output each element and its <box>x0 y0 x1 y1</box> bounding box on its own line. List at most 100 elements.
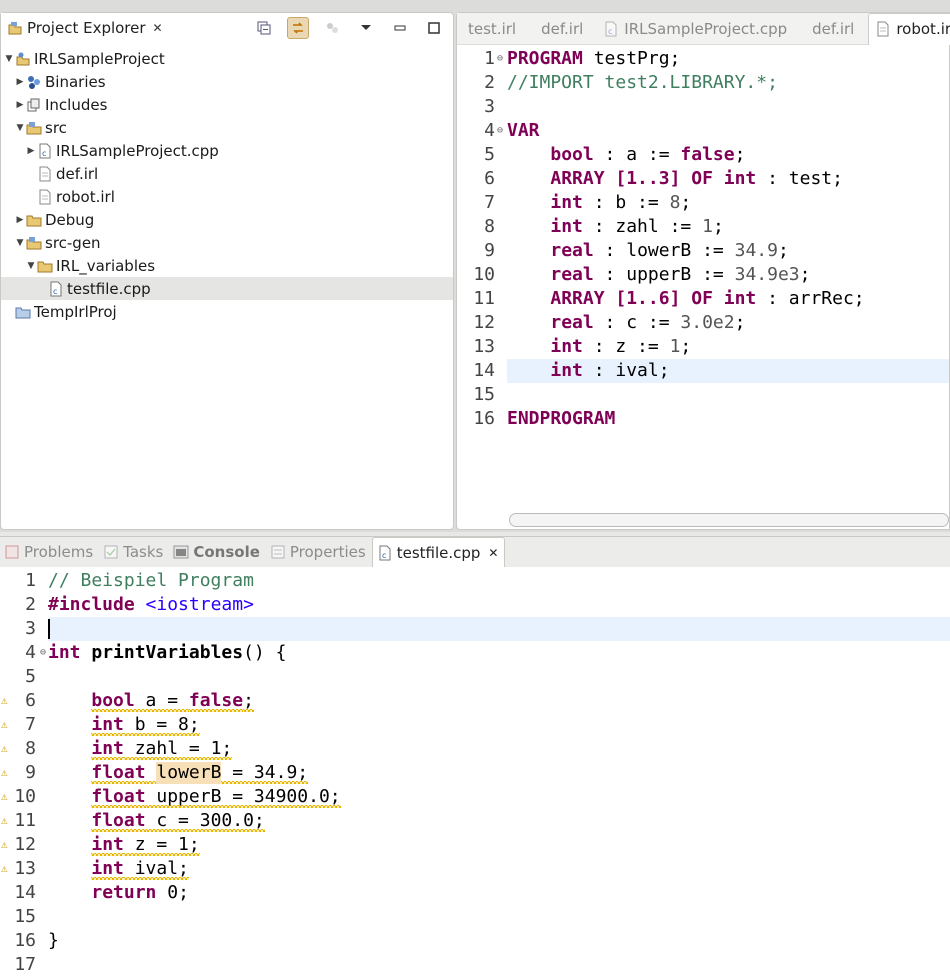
code-token: : test; <box>756 168 843 189</box>
line-number-label: 11 <box>473 288 495 309</box>
code-line: real : lowerB := 34.9; <box>507 239 949 263</box>
link-with-editor-button[interactable] <box>287 17 309 39</box>
properties-icon <box>270 544 286 560</box>
collapse-all-button[interactable] <box>253 17 275 39</box>
code-line: float c = 300.0; <box>48 809 948 833</box>
expanded-twisty-icon[interactable]: ▼ <box>3 54 15 64</box>
binaries-icon <box>26 74 42 90</box>
tree-item[interactable]: ▼ IRLSampleProject <box>1 47 453 70</box>
warning-icon[interactable]: ⚠ <box>1 761 8 785</box>
close-icon[interactable]: ✕ <box>153 21 163 35</box>
fold-collapse-icon[interactable]: ⊖ <box>40 641 46 665</box>
editor-tab[interactable]: robot.irl <box>868 12 950 45</box>
tab-label: testfile.cpp <box>396 543 481 562</box>
warning-icon[interactable]: ⚠ <box>1 737 8 761</box>
line-number: 13 ⚠ <box>0 857 36 881</box>
tree-item[interactable]: ▶ Includes <box>1 93 453 116</box>
code-line: int : zahl := 1; <box>507 215 949 239</box>
text-caret <box>48 619 50 639</box>
line-number-label: 13 <box>473 336 495 357</box>
filter-button[interactable] <box>321 17 343 39</box>
expanded-twisty-icon[interactable]: ▼ <box>25 261 37 271</box>
tab-properties[interactable]: Properties <box>266 537 372 567</box>
line-number: 2 <box>457 71 495 95</box>
console-icon <box>173 544 189 560</box>
code-token: ; <box>712 216 724 237</box>
tab-tasks[interactable]: Tasks <box>99 537 169 567</box>
tree-item[interactable]: TempIrlProj <box>1 300 453 323</box>
code-token: } <box>48 930 59 951</box>
warning-icon[interactable]: ⚠ <box>1 785 8 809</box>
expanded-twisty-icon[interactable]: ▼ <box>14 123 26 133</box>
line-number-label: 10 <box>473 264 495 285</box>
view-menu-button[interactable] <box>355 17 377 39</box>
bottom-tabs: Problems Tasks Console Properties c testfile.… <box>0 537 950 567</box>
expanded-twisty-icon[interactable]: ▼ <box>14 238 26 248</box>
chevron-down-icon <box>361 25 371 30</box>
minimize-button[interactable] <box>389 17 411 39</box>
tree-item-label: Debug <box>45 210 95 229</box>
warning-icon[interactable]: ⚠ <box>1 833 8 857</box>
tasks-icon <box>103 544 119 560</box>
horizontal-scrollbar[interactable] <box>509 513 949 527</box>
code-line: ARRAY [1..6] OF int : arrRec; <box>507 287 949 311</box>
editor-area: test.irl def.irl c IRLSampleProject.cpp def.… <box>456 12 950 530</box>
code-token: lowerB <box>156 762 222 784</box>
code-token: upperB = 34900.0; <box>145 786 341 807</box>
warning-icon[interactable]: ⚠ <box>1 809 8 833</box>
code-line: real : upperB := 34.9e3; <box>507 263 949 287</box>
close-icon[interactable]: ✕ <box>488 546 498 560</box>
line-number: 12 <box>457 311 495 335</box>
line-number-label: 16 <box>473 408 495 429</box>
tree-item-label: robot.irl <box>56 187 115 206</box>
code-token: ; <box>799 264 811 285</box>
tree-item[interactable]: def.irl <box>1 162 453 185</box>
editor-tab[interactable]: def.irl <box>801 13 868 45</box>
maximize-button[interactable] <box>423 17 445 39</box>
cpp-source-code[interactable]: // Beispiel Program #include <iostream> in… <box>48 569 948 977</box>
irl-source-code[interactable]: PROGRAM testPrg;//IMPORT test2.LIBRARY.*… <box>507 47 949 431</box>
editor-tab[interactable]: test.irl <box>457 13 530 45</box>
code-token: 8 <box>669 192 681 213</box>
tree-item[interactable]: ▶ c IRLSampleProject.cpp <box>1 139 453 162</box>
collapsed-twisty-icon[interactable]: ▶ <box>14 100 26 110</box>
fold-collapse-icon[interactable]: ⊖ <box>497 119 503 143</box>
editor-tab-label: robot.irl <box>896 20 950 38</box>
tree-item-label: src-gen <box>45 233 101 252</box>
tree-item[interactable]: ▼ src <box>1 116 453 139</box>
editor-tab[interactable]: c IRLSampleProject.cpp <box>597 13 801 45</box>
line-number-label: 8 <box>484 216 495 237</box>
warning-icon[interactable]: ⚠ <box>1 689 8 713</box>
tree-item[interactable]: c testfile.cpp <box>1 277 453 300</box>
collapsed-twisty-icon[interactable]: ▶ <box>14 77 26 87</box>
code-token: : upperB := <box>593 264 735 285</box>
editor-tab[interactable]: def.irl <box>530 13 597 45</box>
project-explorer-tab[interactable]: Project Explorer ✕ <box>1 13 169 43</box>
collapsed-twisty-icon[interactable]: ▶ <box>25 146 37 156</box>
code-token: int <box>91 738 124 759</box>
tab-problems[interactable]: Problems <box>0 537 99 567</box>
tree-item[interactable]: robot.irl <box>1 185 453 208</box>
warning-icon[interactable]: ⚠ <box>1 713 8 737</box>
tree-item-label: TempIrlProj <box>34 302 117 321</box>
line-number: 14 <box>0 881 36 905</box>
cpp-file-icon: c <box>37 143 53 159</box>
file-icon <box>37 189 53 205</box>
code-line: int zahl = 1; <box>48 737 948 761</box>
warning-icon[interactable]: ⚠ <box>1 857 8 881</box>
tree-item[interactable]: ▼ src-gen <box>1 231 453 254</box>
code-token: real <box>550 240 594 261</box>
fold-collapse-icon[interactable]: ⊖ <box>497 47 503 71</box>
tree-item[interactable]: ▶ Debug <box>1 208 453 231</box>
tab-testfile-cpp[interactable]: c testfile.cpp ✕ <box>371 537 506 567</box>
tree-item[interactable]: ▼ IRL_variables <box>1 254 453 277</box>
tab-console[interactable]: Console <box>169 537 266 567</box>
tree-item[interactable]: ▶ Binaries <box>1 70 453 93</box>
collapsed-twisty-icon[interactable]: ▶ <box>14 215 26 225</box>
